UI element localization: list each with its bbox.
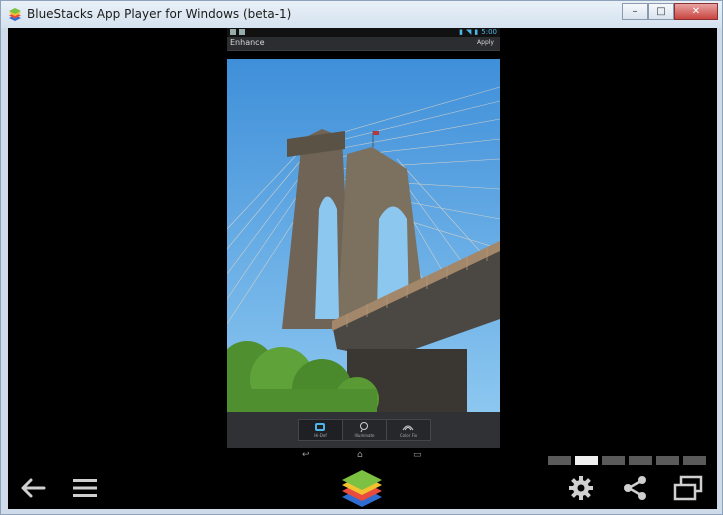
minimize-button[interactable]: – <box>622 3 648 20</box>
page-dot[interactable] <box>656 456 679 465</box>
color-fix-icon <box>402 425 414 431</box>
notification-icon <box>230 29 236 35</box>
photo-preview[interactable] <box>227 59 500 412</box>
hi-def-icon <box>315 423 325 431</box>
emulator-screen: ▮ ◥ ▮ 5:00 Enhance Apply Hi-Def Illumina… <box>8 28 717 509</box>
tool-label: Color Fix <box>399 433 418 438</box>
tool-label: Illuminate <box>354 433 375 438</box>
page-dot[interactable] <box>629 456 652 465</box>
illuminate-icon <box>360 422 368 433</box>
fullscreen-icon[interactable] <box>673 475 703 501</box>
screen-title: Enhance <box>230 38 265 47</box>
bluestacks-logo[interactable] <box>340 470 384 508</box>
android-screen: ▮ ◥ ▮ 5:00 Enhance Apply Hi-Def Illumina… <box>227 28 500 462</box>
page-dot[interactable] <box>683 456 706 465</box>
page-indicator <box>548 456 706 465</box>
bluestacks-bottom-bar <box>8 469 717 509</box>
back-icon[interactable]: ↩ <box>302 450 310 460</box>
page-dot-active[interactable] <box>575 456 598 465</box>
android-nav-bar: ↩ ⌂ ▭ <box>227 448 500 462</box>
home-icon[interactable]: ⌂ <box>357 450 363 460</box>
tool-label: Hi-Def <box>314 433 327 438</box>
wifi-icon: ◥ <box>466 28 472 36</box>
title-bar[interactable]: BlueStacks App Player for Windows (beta-… <box>1 1 722 28</box>
tool-illuminate[interactable]: Illuminate <box>343 420 387 440</box>
tool-hi-def[interactable]: Hi-Def <box>299 420 343 440</box>
share-icon[interactable] <box>622 475 648 501</box>
app-window: BlueStacks App Player for Windows (beta-… <box>0 0 723 515</box>
window-title: BlueStacks App Player for Windows (beta-… <box>27 7 292 21</box>
tool-color-fix[interactable]: Color Fix <box>387 420 430 440</box>
back-arrow-icon[interactable] <box>18 476 46 500</box>
enhance-toolbar: Hi-Def Illuminate Color Fix <box>227 412 500 448</box>
settings-gear-icon[interactable] <box>568 475 594 501</box>
signal-icon: ▮ <box>459 28 464 36</box>
page-dot[interactable] <box>602 456 625 465</box>
menu-icon[interactable] <box>72 477 98 499</box>
action-bar: Enhance Apply <box>227 37 500 51</box>
recents-icon[interactable]: ▭ <box>413 450 422 460</box>
battery-icon: ▮ <box>474 28 479 36</box>
close-button[interactable]: ✕ <box>674 3 718 20</box>
status-bar: ▮ ◥ ▮ 5:00 <box>227 28 500 37</box>
status-time: 5:00 <box>481 28 497 36</box>
notification-icon <box>239 29 245 35</box>
bluestacks-app-icon <box>9 8 21 21</box>
page-dot[interactable] <box>548 456 571 465</box>
apply-button[interactable]: Apply <box>477 39 494 46</box>
maximize-button[interactable]: □ <box>648 3 674 20</box>
